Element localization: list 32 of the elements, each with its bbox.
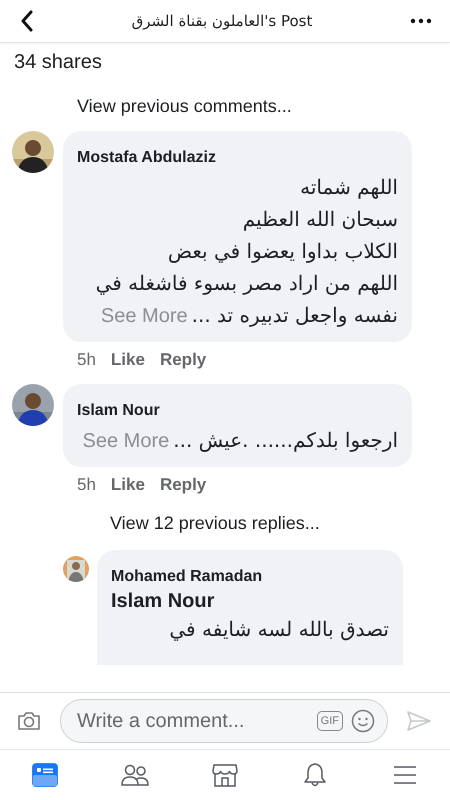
comment-time: 5h: [77, 475, 96, 495]
reply-author[interactable]: Mohamed Ramadan: [111, 568, 262, 586]
comment-time: 5h: [77, 350, 96, 370]
camera-icon[interactable]: [16, 710, 42, 732]
more-icon[interactable]: [410, 18, 432, 24]
see-more-link[interactable]: See More: [82, 425, 170, 457]
like-link[interactable]: Like: [110, 350, 145, 370]
view-previous-replies-link[interactable]: View 12 previous replies...: [0, 495, 450, 534]
comment-author[interactable]: Islam Nour: [77, 402, 160, 420]
like-link[interactable]: Like: [110, 475, 145, 495]
bell-tab[interactable]: [303, 762, 327, 788]
menu-tab[interactable]: [393, 765, 417, 785]
reply-text: تصدق بالله لسه شايفه في: [169, 616, 389, 643]
comment-text: اللهم من اراد مصر بسوء فاشغله في: [96, 270, 398, 297]
reply-link[interactable]: Reply: [160, 475, 206, 495]
page-title: العاملون بقناة الشرق's Post: [132, 12, 312, 30]
comment-input[interactable]: Write a comment... GIF: [60, 699, 388, 743]
friends-tab[interactable]: [121, 763, 149, 787]
comment-text: سبحان الله العظيم: [242, 206, 398, 233]
back-icon[interactable]: [20, 10, 34, 32]
comment-author[interactable]: Mostafa Abdulaziz: [77, 149, 216, 167]
reply-link[interactable]: Reply: [160, 350, 206, 370]
comment-text: اللهم شماته: [300, 174, 398, 201]
shares-count: 34 shares: [13, 50, 103, 74]
shop-tab[interactable]: [212, 763, 238, 787]
news-feed-tab[interactable]: [32, 763, 58, 787]
comment-text: الكلاب بداوا يعضوا في بعض: [168, 238, 398, 265]
smiley-icon[interactable]: [351, 709, 375, 733]
mention-tag[interactable]: Islam Nour: [111, 590, 214, 613]
gif-button[interactable]: GIF: [316, 711, 343, 731]
view-previous-comments-link[interactable]: View previous comments...: [0, 74, 450, 117]
see-more-link[interactable]: See More: [100, 300, 188, 332]
